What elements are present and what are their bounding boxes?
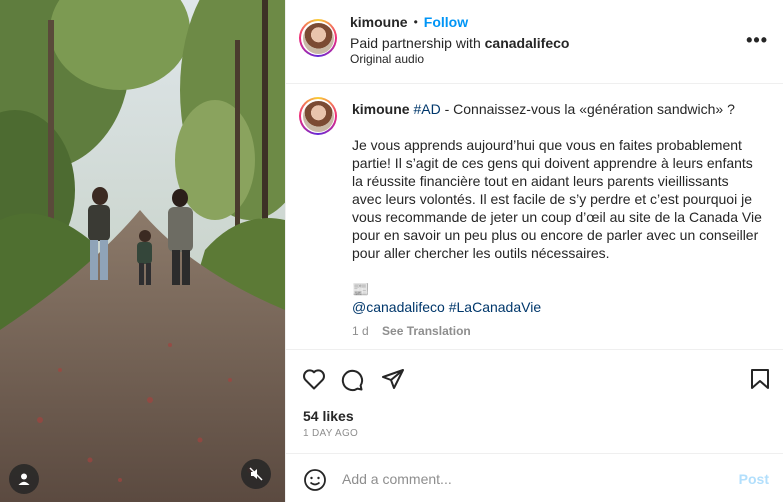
more-dots-icon: ••• [746,30,768,50]
video-frame [0,0,285,502]
avatar-image [302,100,334,132]
instagram-post-modal: kimoune • Follow Paid partnership with c… [0,0,783,502]
mute-toggle-button[interactable] [241,459,271,489]
caption-text: kimoune #AD - Connaissez-vous la «généra… [352,101,762,338]
comment-icon [341,369,364,392]
post-video[interactable] [0,0,285,502]
caption-age: 1 d [352,324,369,338]
more-options-button[interactable]: ••• [746,30,768,51]
tagged-users-button[interactable] [9,464,39,494]
likes-count[interactable]: 54 likes [303,408,354,424]
muted-speaker-icon [249,467,263,481]
mention-link[interactable]: @canadalifeco [352,299,445,315]
comment-bar: Post [286,453,783,502]
hashtag-ad[interactable]: #AD [413,101,440,117]
post-comment-button[interactable]: Post [739,471,769,487]
post-details-panel: kimoune • Follow Paid partnership with c… [285,0,783,502]
caption-author-avatar[interactable] [299,97,337,135]
partner-link[interactable]: canadalifeco [485,35,570,51]
avatar-image [302,22,334,54]
post-timestamp[interactable]: 1 DAY AGO [303,428,358,439]
share-icon [382,369,404,389]
paid-partnership-label: Paid partnership with canadalifeco [350,35,570,51]
author-avatar[interactable] [299,19,337,57]
hashtag-link[interactable]: #LaCanadaVie [449,299,541,315]
separator-dot: • [413,15,418,29]
newspaper-emoji: 📰 [352,281,370,297]
emoji-picker-button[interactable] [303,468,327,495]
see-translation-link[interactable]: See Translation [382,324,471,338]
bookmark-icon [751,369,769,389]
caption-section[interactable]: kimoune #AD - Connaissez-vous la «généra… [286,85,783,350]
like-button[interactable] [302,368,326,393]
caption-username[interactable]: kimoune [352,101,410,117]
comment-input[interactable] [342,468,722,490]
heart-icon [303,369,325,390]
caption-paragraph: Je vous apprends aujourd’hui que vous en… [352,137,762,261]
save-button[interactable] [750,368,770,393]
follow-button[interactable]: Follow [424,14,468,30]
user-tag-icon [18,473,30,485]
emoji-icon [304,469,326,491]
action-bar [286,352,783,402]
author-username[interactable]: kimoune [350,14,408,30]
post-header: kimoune • Follow Paid partnership with c… [286,0,783,84]
comment-button[interactable] [340,368,364,395]
audio-label[interactable]: Original audio [350,52,424,66]
share-button[interactable] [381,368,405,393]
